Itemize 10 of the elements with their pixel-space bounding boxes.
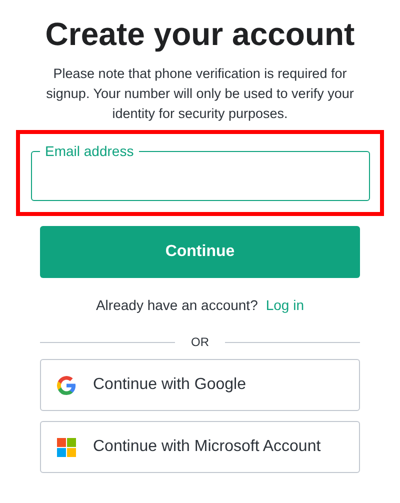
continue-button[interactable]: Continue <box>40 226 360 278</box>
page-title: Create your account <box>45 15 355 54</box>
notice-text: Please note that phone verification is required for signup. Your number will only be used to verify your identity for security purposes. <box>45 65 355 123</box>
or-label: OR <box>191 335 209 349</box>
four-squares-icon <box>57 438 76 456</box>
social-login-button[interactable]: Continue with Microsoft Account <box>40 421 360 473</box>
login-link[interactable]: Log in <box>266 295 304 315</box>
login-prompt: Already have an account? <box>96 296 258 315</box>
social-login-button[interactable]: Continue with Google <box>40 359 360 411</box>
g-icon <box>57 376 76 394</box>
